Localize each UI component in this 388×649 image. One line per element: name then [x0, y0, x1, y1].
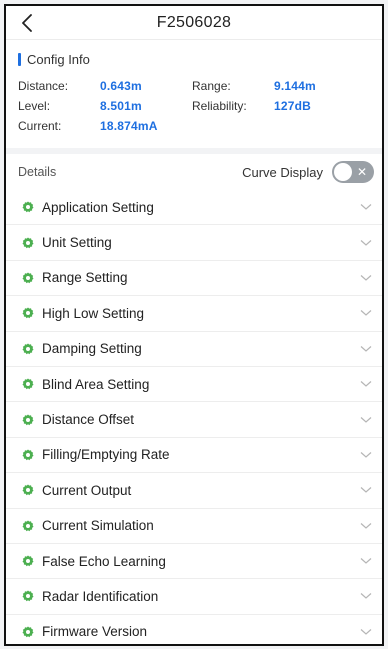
chevron-down-icon: [360, 345, 372, 353]
chevron-down-icon: [360, 486, 372, 494]
menu-item-false-echo-learning[interactable]: False Echo Learning: [6, 544, 382, 580]
gear-icon: [22, 237, 34, 249]
chevron-down-icon: [360, 416, 372, 424]
current-label: Current:: [18, 119, 62, 133]
menu-item-range-setting[interactable]: Range Setting: [6, 261, 382, 297]
chevron-down-icon: [360, 274, 372, 282]
chevron-down-icon: [360, 380, 372, 388]
gear-icon: [22, 449, 34, 461]
config-info-header: Config Info: [18, 50, 370, 68]
config-info-grid: Distance: 0.643m Range: 9.144m Level: 8.…: [18, 78, 370, 134]
config-info-title: Config Info: [27, 51, 90, 67]
chevron-down-icon: [360, 628, 372, 636]
config-info-panel: Config Info Distance: 0.643m Range: 9.14…: [6, 40, 382, 148]
menu-item-label: Current Output: [42, 482, 132, 498]
menu-item-blind-area-setting[interactable]: Blind Area Setting: [6, 367, 382, 403]
settings-menu: Application Setting Unit Setting Range S…: [6, 190, 382, 644]
chevron-left-icon: [21, 14, 33, 32]
chevron-down-icon: [360, 522, 372, 530]
section-accent-bar: [18, 52, 21, 66]
menu-item-label: Firmware Version: [42, 624, 148, 640]
menu-item-unit-setting[interactable]: Unit Setting: [6, 225, 382, 261]
menu-item-filling-emptying-rate[interactable]: Filling/Emptying Rate: [6, 438, 382, 474]
back-button[interactable]: [16, 12, 38, 34]
chevron-down-icon: [360, 592, 372, 600]
details-header: Details Curve Display ✕: [6, 154, 382, 190]
menu-item-label: False Echo Learning: [42, 553, 166, 569]
gear-icon: [22, 307, 34, 319]
gear-icon: [22, 343, 34, 355]
distance-label: Distance:: [18, 79, 69, 93]
menu-item-current-simulation[interactable]: Current Simulation: [6, 509, 382, 544]
menu-item-label: Unit Setting: [42, 235, 112, 251]
gear-icon: [22, 520, 34, 532]
menu-item-high-low-setting[interactable]: High Low Setting: [6, 296, 382, 332]
menu-item-firmware-version[interactable]: Firmware Version: [6, 615, 382, 644]
menu-item-label: Radar Identification: [42, 588, 159, 604]
gear-icon: [22, 590, 34, 602]
reliability-label: Reliability:: [192, 99, 247, 113]
curve-display-control: Curve Display ✕: [242, 161, 374, 183]
level-label: Level:: [18, 99, 51, 113]
menu-item-label: Damping Setting: [42, 341, 142, 357]
gear-icon: [22, 484, 34, 496]
menu-item-label: Range Setting: [42, 270, 128, 286]
chevron-down-icon: [360, 203, 372, 211]
menu-item-damping-setting[interactable]: Damping Setting: [6, 332, 382, 367]
top-bar: F2506028: [6, 6, 382, 40]
toggle-knob: [334, 163, 352, 181]
menu-item-label: Distance Offset: [42, 412, 135, 428]
menu-item-radar-identification[interactable]: Radar Identification: [6, 579, 382, 615]
chevron-down-icon: [360, 451, 372, 459]
gear-icon: [22, 626, 34, 638]
chevron-down-icon: [360, 557, 372, 565]
chevron-down-icon: [360, 309, 372, 317]
menu-item-current-output[interactable]: Current Output: [6, 473, 382, 509]
current-value: 18.874mA: [100, 119, 158, 133]
gear-icon: [22, 414, 34, 426]
details-label: Details: [18, 165, 57, 179]
range-value: 9.144m: [274, 79, 316, 93]
gear-icon: [22, 378, 34, 390]
gear-icon: [22, 555, 34, 567]
gear-icon: [22, 272, 34, 284]
menu-item-label: High Low Setting: [42, 305, 145, 321]
menu-item-label: Blind Area Setting: [42, 376, 150, 392]
distance-value: 0.643m: [100, 79, 142, 93]
curve-display-toggle[interactable]: ✕: [332, 161, 374, 183]
chevron-down-icon: [360, 239, 372, 247]
page-title: F2506028: [156, 13, 232, 31]
level-value: 8.501m: [100, 99, 142, 113]
range-label: Range:: [192, 79, 231, 93]
close-icon: ✕: [356, 165, 367, 179]
curve-display-label: Curve Display: [242, 164, 323, 180]
menu-item-label: Filling/Emptying Rate: [42, 447, 170, 463]
gear-icon: [22, 201, 34, 213]
app-frame: F2506028 Config Info Distance: 0.643m Ra…: [4, 4, 384, 646]
reliability-value: 127dB: [274, 99, 312, 113]
menu-item-label: Application Setting: [42, 199, 154, 215]
menu-item-distance-offset[interactable]: Distance Offset: [6, 402, 382, 438]
menu-item-label: Current Simulation: [42, 518, 154, 534]
menu-item-application-setting[interactable]: Application Setting: [6, 190, 382, 226]
